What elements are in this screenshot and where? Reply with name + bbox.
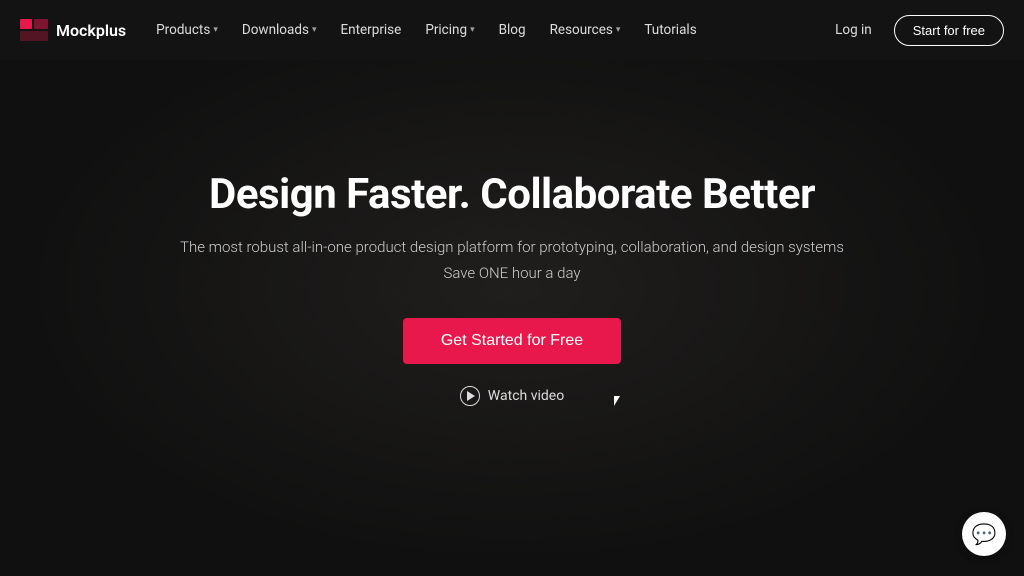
nav-item-downloads[interactable]: Downloads ▾ — [232, 16, 327, 44]
hero-subtitle: The most robust all-in-one product desig… — [180, 238, 844, 256]
hero-title: Design Faster. Collaborate Better — [180, 170, 844, 220]
hero-tagline: Save ONE hour a day — [180, 264, 844, 282]
chevron-down-icon: ▾ — [312, 25, 317, 35]
nav-item-products[interactable]: Products ▾ — [146, 16, 228, 44]
chat-widget[interactable]: 💬 — [962, 512, 1006, 556]
hero-section: Mockplus Products ▾ Downloads ▾ Enterpri… — [0, 0, 1024, 576]
nav-item-pricing[interactable]: Pricing ▾ — [415, 16, 484, 44]
start-for-free-button[interactable]: Start for free — [894, 15, 1004, 46]
hero-content: Design Faster. Collaborate Better The mo… — [160, 170, 864, 406]
play-triangle — [467, 391, 475, 401]
play-icon — [460, 386, 480, 406]
login-button[interactable]: Log in — [825, 16, 882, 44]
logo-text: Mockplus — [56, 21, 126, 40]
nav-actions: Log in Start for free — [825, 15, 1004, 46]
watch-video-label: Watch video — [488, 388, 564, 404]
chevron-down-icon: ▾ — [616, 25, 621, 35]
logo-icon — [20, 19, 48, 41]
watch-video-button[interactable]: Watch video — [180, 386, 844, 406]
chevron-down-icon: ▾ — [213, 25, 218, 35]
nav-links: Products ▾ Downloads ▾ Enterprise Pricin… — [146, 16, 825, 44]
chat-icon: 💬 — [972, 522, 997, 546]
nav-item-resources[interactable]: Resources ▾ — [540, 16, 631, 44]
navbar: Mockplus Products ▾ Downloads ▾ Enterpri… — [0, 0, 1024, 60]
nav-item-blog[interactable]: Blog — [489, 16, 536, 44]
get-started-button[interactable]: Get Started for Free — [403, 318, 621, 364]
nav-item-tutorials[interactable]: Tutorials — [634, 16, 706, 44]
nav-item-enterprise[interactable]: Enterprise — [330, 16, 411, 44]
chevron-down-icon: ▾ — [470, 25, 475, 35]
logo-link[interactable]: Mockplus — [20, 19, 126, 41]
